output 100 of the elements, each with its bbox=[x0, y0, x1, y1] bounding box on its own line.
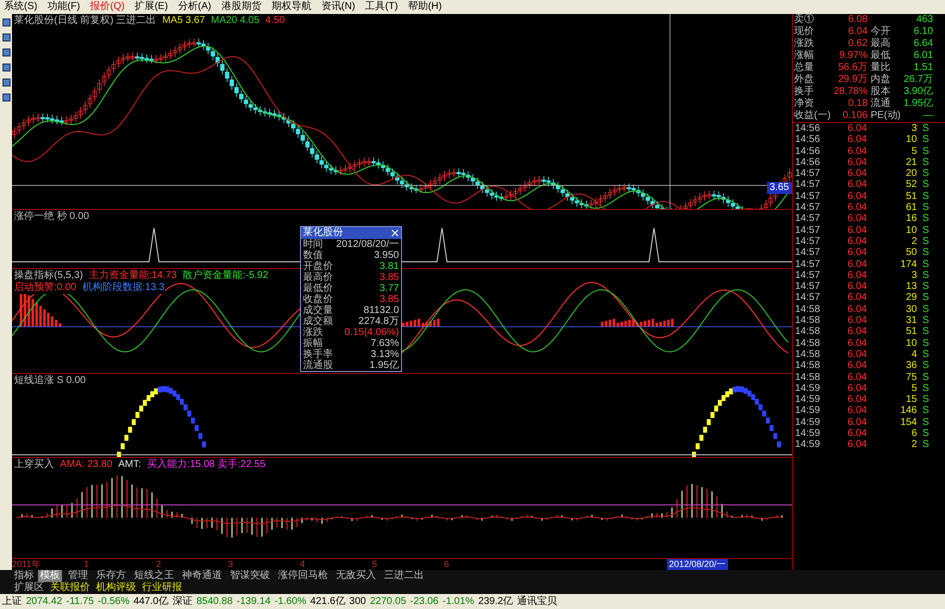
chart-title: 莱化股份(日线 前复权) 三进二出 bbox=[14, 15, 156, 27]
legend-label: MA5 3.67 bbox=[162, 15, 206, 27]
indicator-title: 操盘指标(5,5,3) bbox=[14, 270, 83, 282]
menu-item[interactable]: 扩展(E) bbox=[134, 0, 168, 14]
menu-item[interactable]: 系统(S) bbox=[4, 0, 38, 14]
tick-volume: 3 bbox=[910, 270, 917, 282]
indicator-tab[interactable]: 短线之王 bbox=[132, 570, 176, 582]
menu-item[interactable]: 工具(T) bbox=[365, 0, 398, 14]
tick-time: 14:59 bbox=[795, 439, 822, 451]
menu-item[interactable]: 期权导航 bbox=[271, 0, 312, 14]
status-text: 2270.05 bbox=[370, 595, 406, 608]
menu-item[interactable]: 分析(A) bbox=[178, 0, 212, 14]
menu-item[interactable]: 功能(F) bbox=[47, 0, 80, 14]
tick-time: 14:58 bbox=[795, 348, 822, 360]
quote-value: 6.04 bbox=[847, 26, 868, 38]
tick-volume: 13 bbox=[904, 281, 917, 292]
quote-value: 1.51 bbox=[912, 62, 934, 74]
quote-value: 6.10 bbox=[912, 26, 934, 38]
tooltip-value: 3.950 bbox=[374, 250, 399, 261]
tick-time: 14:59 bbox=[795, 405, 822, 417]
quote-label: 流通 bbox=[870, 98, 892, 110]
tick-time: 14:57 bbox=[795, 202, 822, 214]
indicator-tab[interactable]: 管理 bbox=[66, 570, 90, 582]
tooltip-label: 换手率 bbox=[303, 349, 333, 360]
tabs-label: 指标 bbox=[14, 570, 34, 582]
status-text: -11.75 bbox=[66, 595, 94, 608]
tick-volume: 5 bbox=[910, 146, 917, 157]
tick-volume: 146 bbox=[899, 405, 917, 417]
quote-value: 9.97% bbox=[838, 50, 868, 62]
tick-side: S bbox=[921, 304, 929, 316]
tick-price: 6.04 bbox=[846, 156, 867, 168]
tick-side: S bbox=[921, 123, 929, 134]
axis-label: 5 bbox=[372, 558, 378, 570]
tick-side: S bbox=[921, 179, 929, 191]
indicator-tab[interactable]: 乐存方 bbox=[94, 570, 128, 582]
status-text: 8540.88 bbox=[196, 595, 233, 608]
quote-label: 最低 bbox=[870, 50, 892, 62]
tooltip-label: 成交额 bbox=[303, 316, 333, 327]
tick-time: 14:57 bbox=[795, 190, 822, 202]
indicator-tab[interactable]: 三进二出 bbox=[382, 570, 426, 582]
quote-label: 涨跌 bbox=[794, 38, 815, 50]
quote-value: 3.90亿 bbox=[904, 86, 934, 98]
quote-label: 收益(一) bbox=[794, 110, 831, 122]
indicator-tab[interactable]: 神奇通道 bbox=[180, 570, 224, 582]
tick-price: 6.04 bbox=[846, 123, 867, 134]
tick-time: 14:58 bbox=[795, 315, 822, 326]
status-text: 300 bbox=[349, 595, 366, 608]
tooltip-value: 2274.8万 bbox=[358, 316, 399, 327]
indicator-title: 涨停一绝 秒 0.00 bbox=[14, 211, 90, 224]
tooltip-label: 收盘价 bbox=[303, 294, 333, 305]
tick-side: S bbox=[921, 146, 929, 157]
tick-volume: 52 bbox=[904, 179, 917, 191]
tooltip-label: 数值 bbox=[303, 250, 323, 261]
tick-price: 6.04 bbox=[846, 428, 867, 440]
tick-volume: 5 bbox=[910, 382, 917, 394]
tick-side: S bbox=[921, 168, 929, 180]
tooltip-value: 7.63% bbox=[370, 338, 399, 349]
legend-label: 买入能力:15.08 卖手:22.55 bbox=[147, 459, 266, 472]
tick-volume: 61 bbox=[904, 202, 917, 214]
tick-side: S bbox=[921, 394, 929, 406]
tick-side: S bbox=[921, 236, 929, 248]
indicator-tab[interactable]: 模板 bbox=[38, 570, 62, 582]
tick-price: 6.04 bbox=[846, 292, 867, 304]
tick-time: 14:56 bbox=[795, 134, 822, 146]
extension-link[interactable]: 行业研报 bbox=[142, 582, 182, 594]
tooltip-label: 涨跌 bbox=[303, 327, 323, 338]
tooltip-label: 振幅 bbox=[303, 338, 323, 349]
tick-price: 6.04 bbox=[846, 258, 867, 270]
menu-item[interactable]: 资讯(N) bbox=[321, 0, 356, 14]
extension-link[interactable]: 机构评级 bbox=[96, 582, 136, 594]
tick-price: 6.04 bbox=[846, 439, 867, 451]
tick-volume: 10 bbox=[904, 134, 917, 146]
price-marker: 3.65 bbox=[766, 182, 792, 194]
legend-label: 4.50 bbox=[265, 15, 285, 27]
tick-price: 6.04 bbox=[846, 338, 867, 349]
quote-value: 6.01 bbox=[912, 50, 934, 62]
tick-volume: 2 bbox=[910, 439, 917, 451]
tick-time: 14:57 bbox=[795, 258, 822, 270]
tick-time: 14:57 bbox=[795, 179, 822, 191]
menu-item[interactable]: 报价(Q) bbox=[90, 0, 125, 14]
quote-value: 6.64 bbox=[912, 38, 934, 50]
menu-item[interactable]: 帮助(H) bbox=[408, 0, 442, 14]
indicator-tab[interactable]: 无敌买入 bbox=[334, 570, 378, 582]
quote-value: 0.62 bbox=[847, 38, 868, 50]
cursor-date-label: 2012/08/20/一 bbox=[667, 558, 728, 570]
indicator-title: 上穿买入 bbox=[14, 459, 54, 472]
tick-price: 6.04 bbox=[846, 270, 867, 282]
status-text: 深证 bbox=[172, 595, 192, 608]
tick-price: 6.04 bbox=[846, 236, 867, 248]
tick-price: 6.04 bbox=[846, 348, 867, 360]
menu-item[interactable]: 港股期货 bbox=[221, 0, 262, 14]
indicator-tab[interactable]: 智谋突破 bbox=[228, 570, 272, 582]
status-text: -139.14 bbox=[236, 595, 271, 608]
indicator-tab[interactable]: 涨停回马枪 bbox=[276, 570, 330, 582]
status-text: -0.56% bbox=[98, 595, 130, 608]
tick-side: S bbox=[921, 134, 929, 146]
tick-time: 14:59 bbox=[795, 428, 822, 440]
tooltip-value: 3.81 bbox=[380, 261, 399, 272]
extension-link[interactable]: 关联报价 bbox=[50, 582, 90, 594]
quote-value: 1.95亿 bbox=[904, 98, 934, 110]
